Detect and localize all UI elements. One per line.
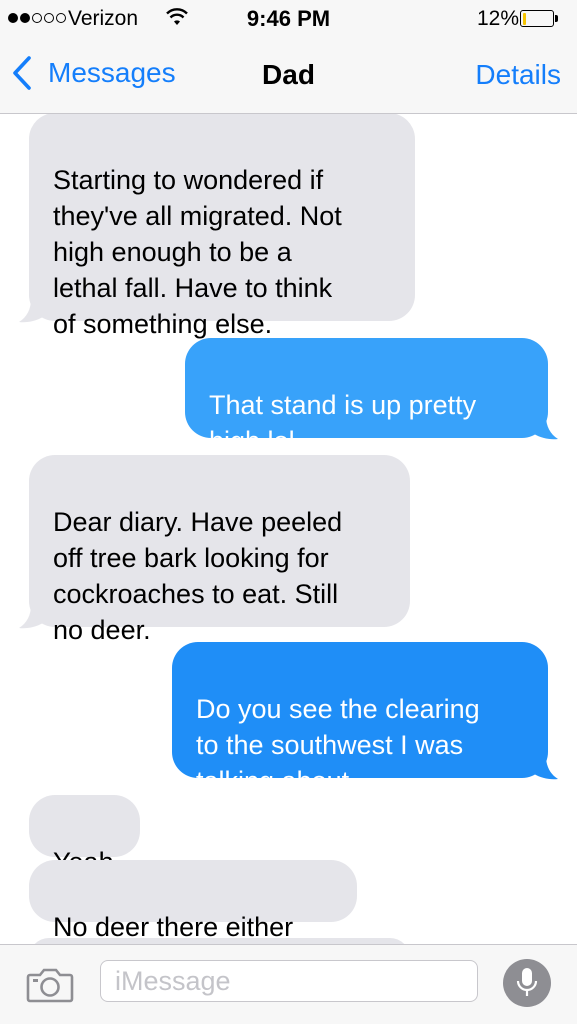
message-bubble-incoming[interactable]: Yeah bbox=[29, 795, 140, 877]
microphone-button[interactable] bbox=[503, 959, 551, 1007]
message-bubble-outgoing[interactable]: That stand is up pretty high lol bbox=[185, 338, 548, 456]
battery-level-fill bbox=[522, 12, 526, 25]
camera-icon[interactable] bbox=[26, 967, 74, 1003]
imessage-input[interactable] bbox=[100, 960, 478, 1002]
message-bubble-incoming[interactable]: Dear diary. Have peeled off tree bark lo… bbox=[29, 455, 410, 645]
battery-percentage: 12% bbox=[477, 7, 520, 30]
message-bubble-outgoing[interactable]: Do you see the clearing to the southwest… bbox=[172, 642, 548, 796]
messages-screen: Verizon 9:46 PM 12% Messages Dad Details… bbox=[0, 0, 577, 1024]
bubble-tail bbox=[19, 605, 43, 629]
navigation-bar: Messages Dad Details bbox=[0, 40, 577, 114]
message-bubble-incoming[interactable]: No deer there either bbox=[29, 860, 357, 942]
message-text: Starting to wondered if they've all migr… bbox=[53, 165, 342, 339]
bubble-tail bbox=[534, 416, 558, 440]
status-bar: Verizon 9:46 PM 12% bbox=[0, 0, 577, 40]
details-button[interactable]: Details bbox=[475, 59, 561, 91]
message-text: Dear diary. Have peeled off tree bark lo… bbox=[53, 507, 343, 645]
message-text: Do you see the clearing to the southwest… bbox=[196, 694, 480, 796]
message-input-bar bbox=[0, 944, 577, 1024]
message-text: That stand is up pretty high lol bbox=[209, 390, 477, 456]
bubble-tail bbox=[534, 756, 558, 780]
battery-tip bbox=[555, 15, 558, 22]
bubble-tail bbox=[19, 299, 43, 323]
message-bubble-incoming[interactable]: Starting to wondered if they've all migr… bbox=[29, 113, 415, 339]
microphone-icon bbox=[516, 968, 538, 996]
battery-icon bbox=[520, 10, 554, 27]
